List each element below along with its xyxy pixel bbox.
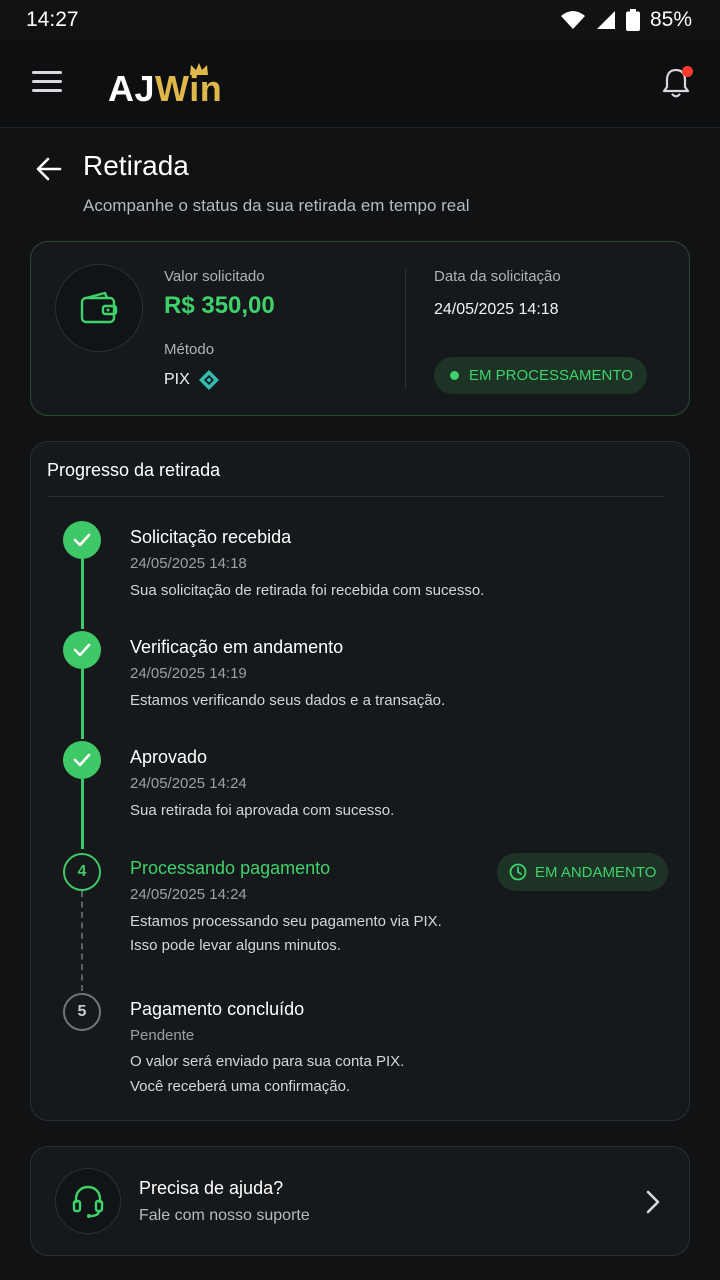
step-4-title: Processando pagamento [130, 858, 331, 878]
logo-win: Win [155, 63, 222, 110]
in-progress-badge: EM ANDAMENTO [497, 853, 669, 891]
page-subtitle: Acompanhe o status da sua retirada em te… [83, 196, 470, 215]
battery-icon [625, 9, 640, 31]
back-arrow-icon[interactable] [36, 154, 62, 184]
timeline-connector [81, 559, 84, 629]
status-time: 14:27 [26, 8, 79, 31]
step-4-desc-line2: Isso pode levar alguns minutos. [130, 937, 341, 954]
step-5-desc-line2: Você receberá uma confirmação. [130, 1078, 351, 1095]
timeline-connector [81, 779, 84, 849]
logo[interactable]: AJ Win [108, 60, 222, 110]
step-3-title: Aprovado [130, 747, 208, 767]
step-2-desc: Estamos verificando seus dados e a trans… [130, 692, 446, 709]
step-3-date: 24/05/2025 14:24 [130, 775, 247, 792]
step-2-check-icon [63, 631, 101, 669]
headset-icon [72, 1185, 104, 1218]
battery-percent: 85% [649, 8, 692, 31]
help-title: Precisa de ajuda? [139, 1178, 284, 1198]
wallet-icon [80, 291, 118, 324]
step-3-check-icon [63, 741, 101, 779]
step-5-status: Pendente [130, 1027, 195, 1044]
in-progress-text: EM ANDAMENTO [535, 863, 657, 881]
step-1-date: 24/05/2025 14:18 [130, 555, 247, 572]
timeline-connector [81, 669, 84, 739]
summary-divider [405, 269, 406, 389]
status-dot [450, 371, 459, 380]
page-title: Retirada [83, 150, 189, 181]
step-5-title: Pagamento concluído [130, 999, 305, 1019]
step-5-number: 5 [63, 993, 101, 1031]
crown-icon [190, 63, 209, 75]
amount-label: Valor solicitado [164, 268, 265, 285]
step-5-desc-line1: O valor será enviado para sua conta PIX. [130, 1053, 405, 1070]
help-subtitle: Fale com nosso suporte [139, 1207, 310, 1224]
notification-dot [682, 66, 693, 77]
app-header: AJ Win [0, 40, 720, 128]
status-text: EM PROCESSAMENTO [469, 367, 633, 384]
wallet-icon-circle [55, 264, 143, 352]
logo-aj: AJ [108, 68, 156, 109]
step-2-title: Verificação em andamento [130, 637, 344, 657]
headset-icon-circle [55, 1168, 121, 1234]
wifi-icon [560, 11, 585, 29]
date-label: Data da solicitação [434, 268, 561, 285]
withdrawal-summary-card: Valor solicitado R$ 350,00 Método PIX Da… [30, 241, 690, 416]
date-value: 24/05/2025 14:18 [434, 301, 559, 318]
step-2-date: 24/05/2025 14:19 [130, 665, 247, 682]
menu-icon[interactable] [32, 71, 62, 95]
support-card[interactable]: Precisa de ajuda? Fale com nosso suporte [30, 1146, 690, 1256]
progress-card: Progresso da retirada Solicitação recebi… [30, 441, 690, 1121]
progress-divider [47, 496, 665, 497]
amount-value: R$ 350,00 [164, 292, 275, 319]
step-3-desc: Sua retirada foi aprovada com sucesso. [130, 802, 395, 819]
step-1-title: Solicitação recebida [130, 527, 292, 547]
chevron-right-icon[interactable] [643, 1189, 663, 1215]
status-bar: 14:27 85% [0, 0, 720, 40]
step-4-date: 24/05/2025 14:24 [130, 886, 247, 903]
method-text: PIX [164, 371, 190, 388]
progress-title: Progresso da retirada [47, 460, 221, 480]
method-label: Método [164, 341, 215, 358]
pix-icon [198, 370, 219, 390]
step-1-check-icon [63, 521, 101, 559]
status-badge: EM PROCESSAMENTO [434, 357, 647, 394]
clock-icon [509, 863, 527, 881]
method-value: PIX [164, 369, 220, 391]
signal-icon [596, 11, 615, 29]
step-4-desc-line1: Estamos processando seu pagamento via PI… [130, 913, 442, 930]
status-icons: 85% [560, 8, 692, 32]
step-1-desc: Sua solicitação de retirada foi recebida… [130, 582, 485, 599]
step-4-number: 4 [63, 853, 101, 891]
timeline-connector-dashed [81, 891, 83, 991]
